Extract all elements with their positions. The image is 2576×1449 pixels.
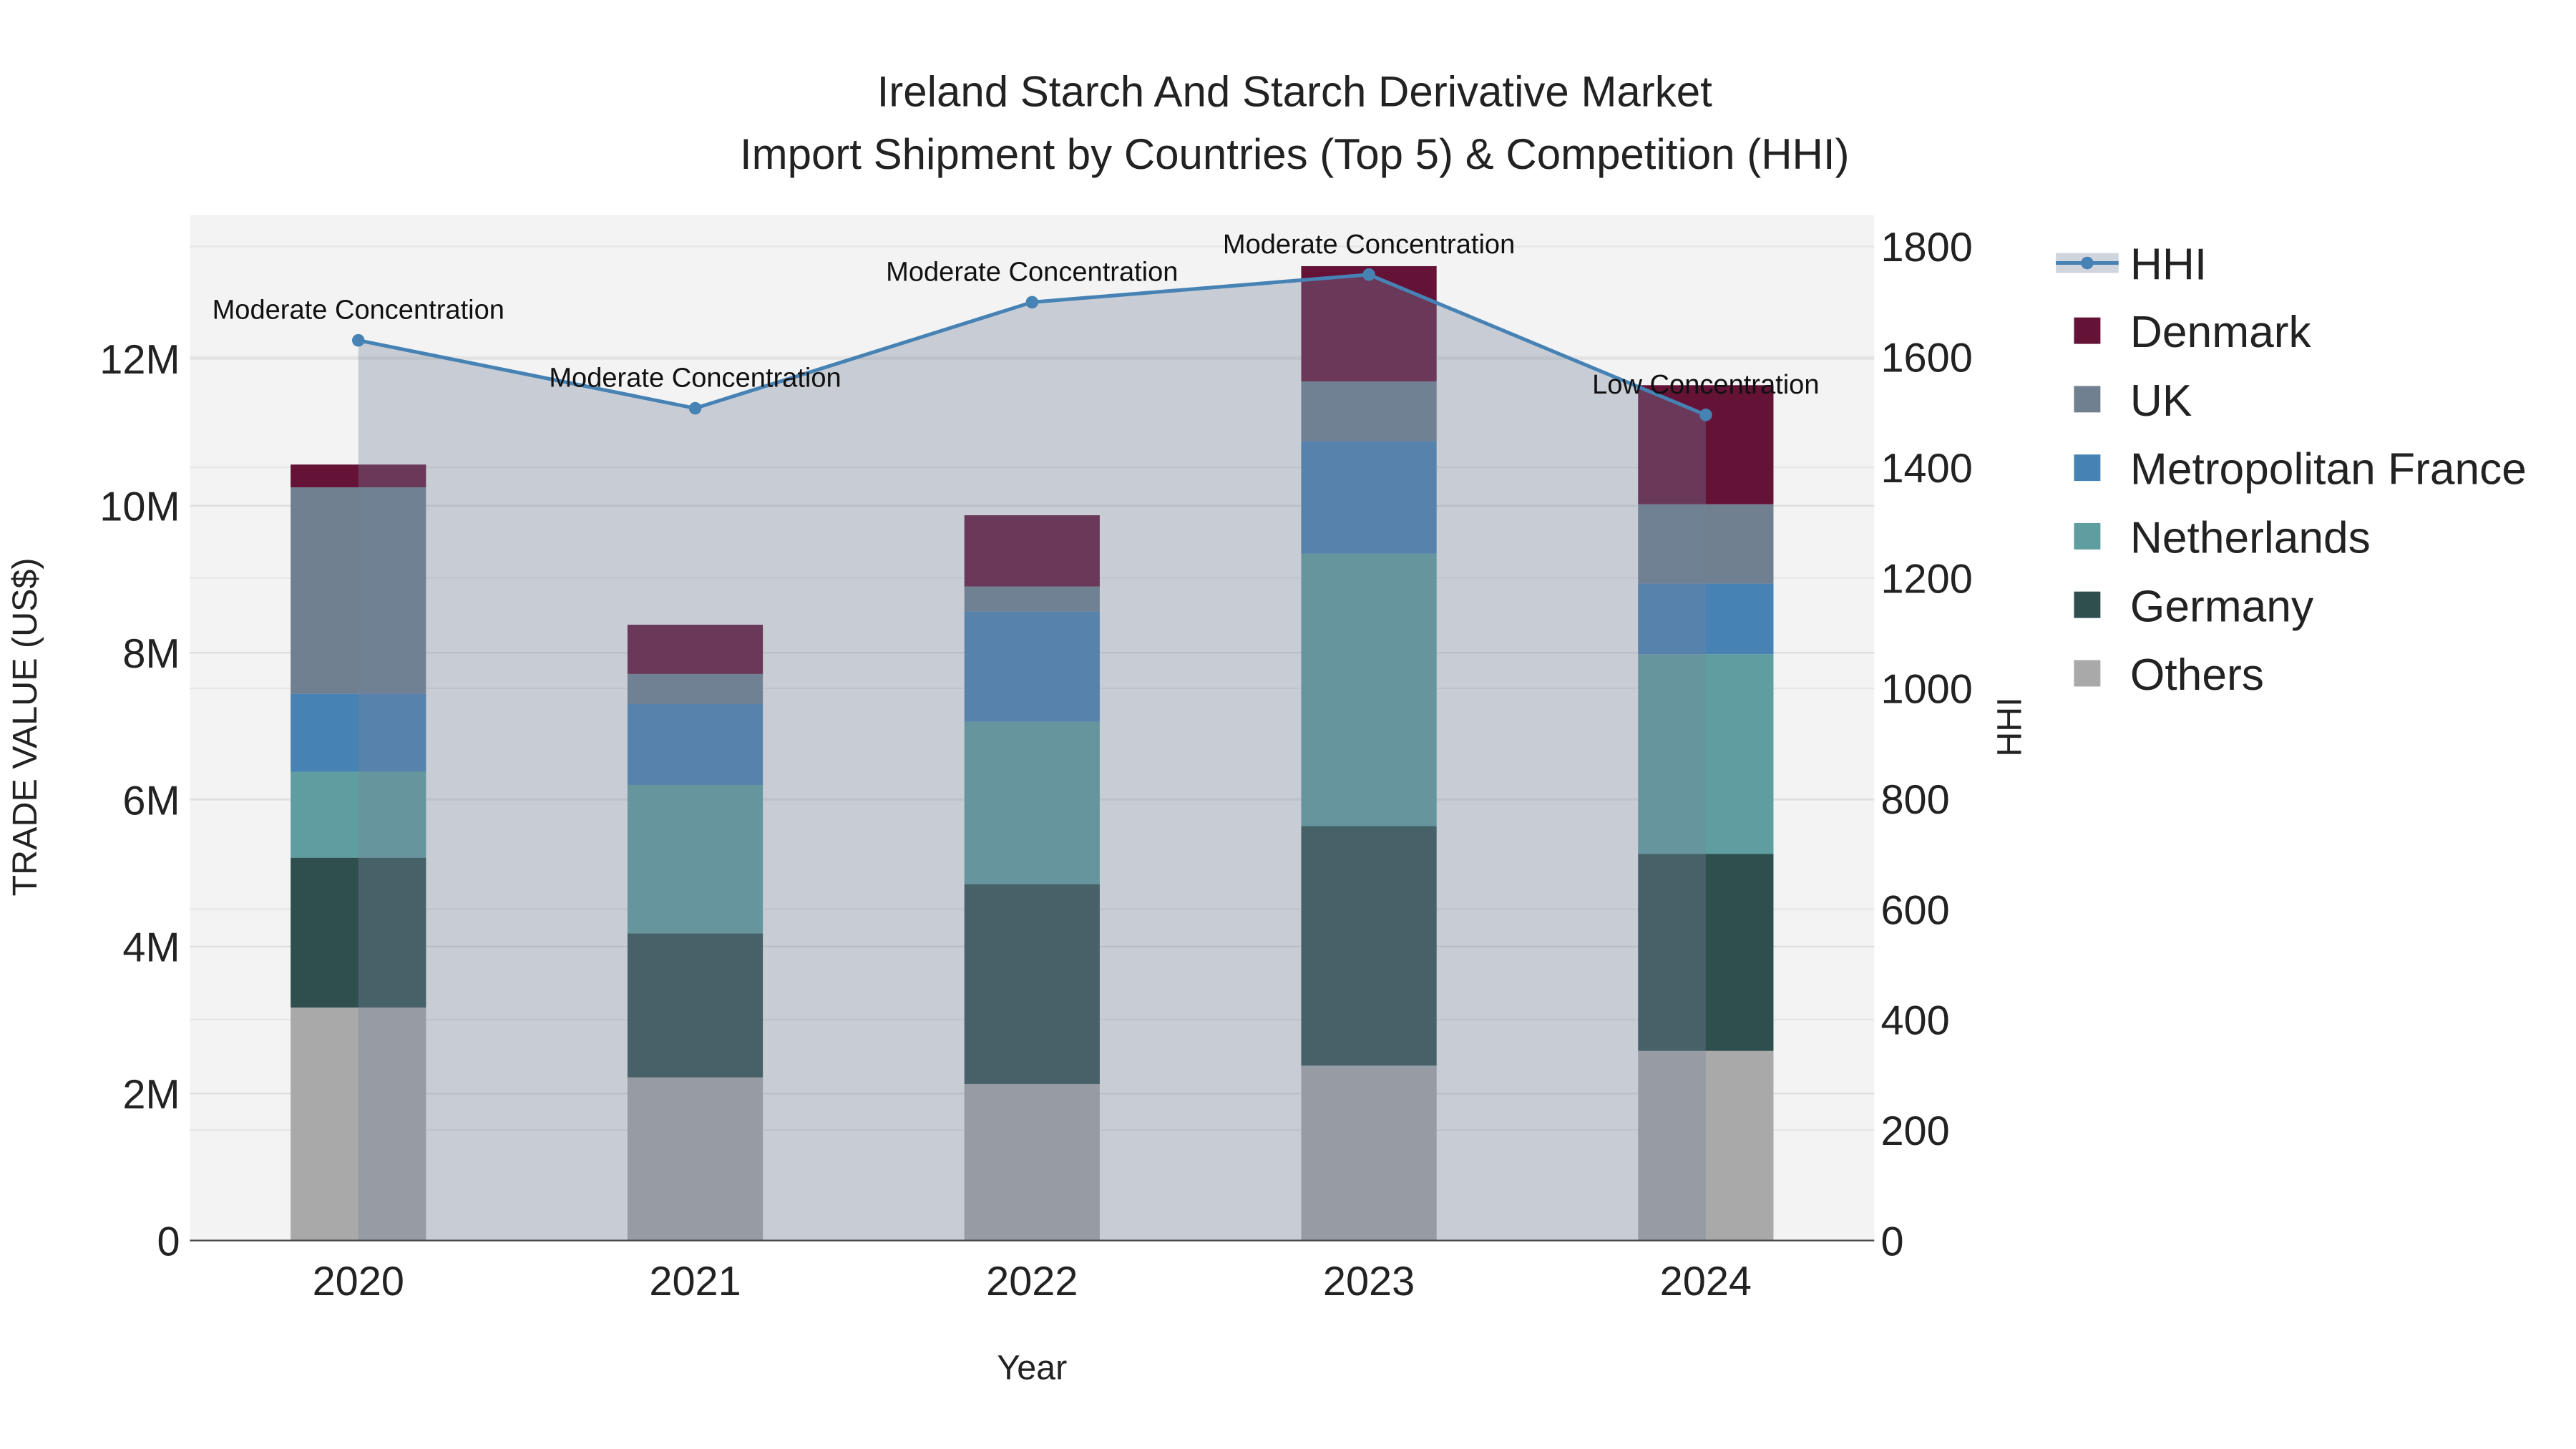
hhi-annotation: Moderate Concentration xyxy=(213,296,504,326)
x-axis-label: Year xyxy=(997,1349,1067,1387)
y2-tick-label: 1000 xyxy=(1880,667,1972,713)
hhi-annotation: Moderate Concentration xyxy=(549,364,841,394)
y-tick-label: 10M xyxy=(99,484,180,530)
y2-tick-label: 1600 xyxy=(1880,336,1972,381)
legend-swatch-uk xyxy=(2074,386,2101,413)
y2-tick-label: 800 xyxy=(1880,777,1949,823)
hhi-area-fill xyxy=(358,274,1706,1241)
hhi-area xyxy=(358,274,1706,1241)
hhi-point-2022 xyxy=(1025,296,1039,309)
x-tick-label: 2022 xyxy=(986,1259,1078,1304)
legend-swatch-others xyxy=(2074,660,2101,687)
legend-swatch-metropolitan-france xyxy=(2074,454,2101,482)
x-tick-label: 2024 xyxy=(1660,1259,1752,1304)
y2-tick-label: 400 xyxy=(1880,998,1949,1044)
y2-tick-label: 0 xyxy=(1880,1219,1903,1264)
hhi-annotation: Moderate Concentration xyxy=(1223,230,1515,260)
y-axis-ticks: 0 2M 4M 6M 8M 10M 12M xyxy=(99,337,180,1264)
hhi-point-2020 xyxy=(352,333,365,347)
legend-swatch-denmark xyxy=(2074,317,2101,344)
y-tick-label: 2M xyxy=(122,1072,180,1118)
y2-axis-ticks: 0 200 400 600 800 1000 1200 1400 1600 1800 xyxy=(1880,225,1972,1264)
legend-label-hhi: HHI xyxy=(2130,240,2207,290)
legend-swatch-germany xyxy=(2074,591,2101,618)
x-tick-label: 2020 xyxy=(313,1259,404,1304)
legend-swatch-netherlands xyxy=(2074,522,2101,550)
y-tick-label: 0 xyxy=(157,1219,180,1264)
x-tick-label: 2023 xyxy=(1323,1259,1415,1304)
legend-label-netherlands: Netherlands xyxy=(2130,514,2371,563)
legend-label-germany: Germany xyxy=(2130,582,2314,631)
legend-label-denmark: Denmark xyxy=(2130,308,2312,357)
hhi-annotation: Moderate Concentration xyxy=(886,257,1178,287)
x-axis-ticks: 2020 2021 2022 2023 2024 xyxy=(313,1259,1752,1304)
legend-hhi-swatch-marker xyxy=(2081,256,2094,270)
y-tick-label: 6M xyxy=(122,778,180,824)
chart-title: Ireland Starch And Starch Derivative Mar… xyxy=(877,67,1713,115)
hhi-annotation: Low Concentration xyxy=(1592,370,1819,400)
y2-axis-label: HHI xyxy=(1991,697,2029,756)
y2-tick-label: 600 xyxy=(1880,887,1949,933)
y2-tick-label: 200 xyxy=(1880,1108,1949,1154)
y2-tick-label: 1400 xyxy=(1880,446,1972,492)
legend-label-uk: UK xyxy=(2130,376,2192,426)
chart: Moderate Concentration Moderate Concentra… xyxy=(6,67,2527,1387)
legend-label-metropolitan-france: Metropolitan France xyxy=(2130,445,2527,494)
hhi-point-2024 xyxy=(1699,409,1712,421)
hhi-point-2021 xyxy=(688,401,702,415)
y-tick-label: 8M xyxy=(122,631,180,677)
hhi-point-2023 xyxy=(1362,268,1375,281)
legend-label-others: Others xyxy=(2130,650,2264,700)
y-tick-label: 4M xyxy=(122,925,180,971)
legend: HHI Denmark UK Metropolitan France Netherlan… xyxy=(2056,240,2527,700)
y-axis-label: TRADE VALUE (US$) xyxy=(6,557,44,896)
y2-tick-label: 1800 xyxy=(1880,225,1972,270)
y-tick-label: 12M xyxy=(99,337,180,383)
y2-tick-label: 1200 xyxy=(1880,556,1972,602)
chart-subtitle: Import Shipment by Countries (Top 5) & C… xyxy=(740,130,1850,178)
x-tick-label: 2021 xyxy=(649,1259,741,1304)
